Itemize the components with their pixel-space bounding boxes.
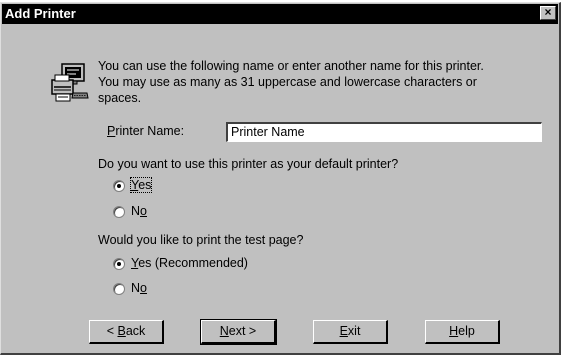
test-page-question: Would you like to print the test page?	[98, 233, 304, 247]
default-yes-radio[interactable]	[113, 180, 125, 192]
test-no-label[interactable]: No	[131, 281, 147, 295]
test-yes-label[interactable]: Yes (Recommended)	[131, 256, 248, 270]
printer-icon	[51, 63, 89, 102]
exit-button[interactable]: Exit	[313, 320, 388, 344]
add-printer-dialog: Add Printer × You can use the following …	[0, 2, 561, 355]
intro-line-3: spaces.	[98, 91, 142, 105]
window-title: Add Printer	[5, 6, 76, 21]
test-no-radio[interactable]	[113, 283, 125, 295]
next-button[interactable]: Next >	[200, 319, 277, 345]
close-button[interactable]: ×	[540, 6, 556, 20]
default-no-radio[interactable]	[113, 206, 125, 218]
close-icon: ×	[544, 5, 552, 19]
back-button[interactable]: < Back	[89, 320, 164, 344]
default-printer-question: Do you want to use this printer as your …	[98, 157, 399, 171]
title-bar[interactable]: Add Printer ×	[2, 4, 558, 24]
default-yes-label[interactable]: Yes	[129, 177, 153, 193]
test-yes-radio[interactable]	[113, 258, 125, 270]
help-button[interactable]: Help	[425, 320, 500, 344]
printer-name-label: Printer Name:	[107, 124, 185, 138]
printer-name-input[interactable]: Printer Name	[226, 122, 542, 142]
intro-line-2: You may use as many as 31 uppercase and …	[98, 75, 477, 89]
default-no-label[interactable]: No	[131, 204, 147, 218]
intro-line-1: You can use the following name or enter …	[98, 59, 484, 73]
